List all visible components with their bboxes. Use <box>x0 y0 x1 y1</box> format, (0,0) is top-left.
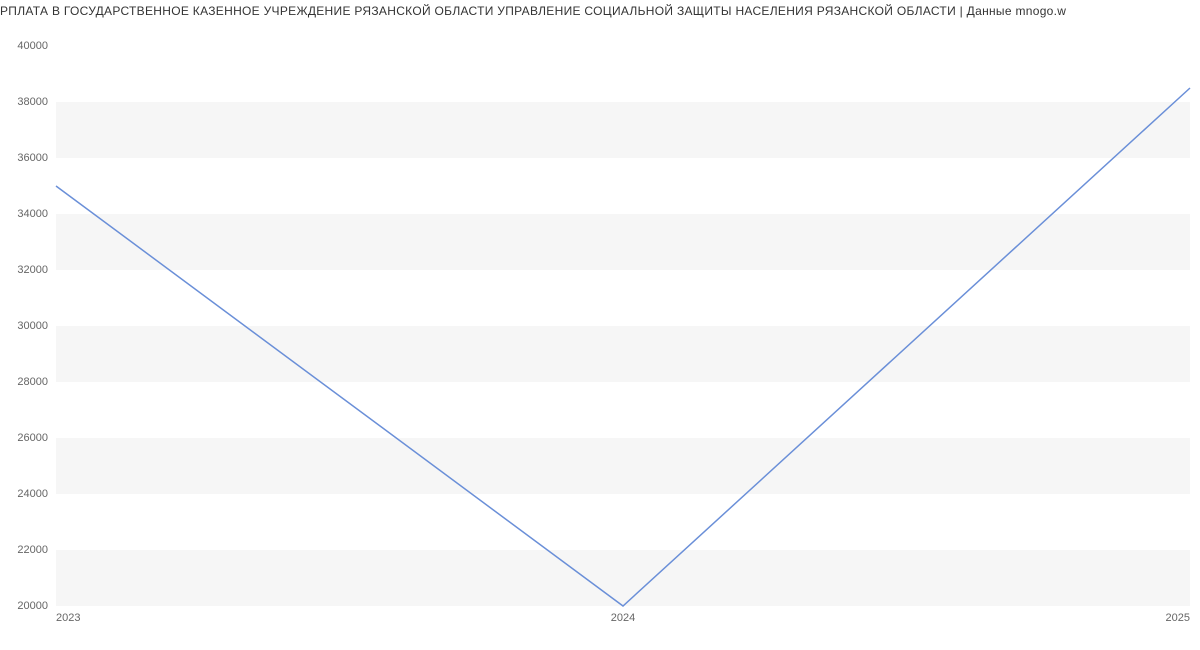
chart-title: РПЛАТА В ГОСУДАРСТВЕННОЕ КАЗЕННОЕ УЧРЕЖД… <box>0 0 1200 26</box>
y-tick-label: 24000 <box>17 488 56 500</box>
plot-region: 2000022000240002600028000300003200034000… <box>56 46 1190 606</box>
y-tick-label: 28000 <box>17 376 56 388</box>
y-tick-label: 20000 <box>17 600 56 612</box>
chart-area: 20000 22000 24000 26000 28000 30000 32000 34000… <box>0 26 1200 646</box>
y-tick-label: 40000 <box>17 40 56 52</box>
x-tick-label: 2025 <box>1166 606 1190 624</box>
y-tick-label: 30000 <box>17 320 56 332</box>
y-tick-label: 32000 <box>17 264 56 276</box>
y-tick-label: 36000 <box>17 152 56 164</box>
y-tick-label: 22000 <box>17 544 56 556</box>
y-tick-label: 34000 <box>17 208 56 220</box>
x-tick-label: 2023 <box>56 606 80 624</box>
line-series <box>56 46 1190 606</box>
x-tick-label: 2024 <box>611 606 635 624</box>
y-tick-label: 26000 <box>17 432 56 444</box>
y-tick-label: 38000 <box>17 96 56 108</box>
